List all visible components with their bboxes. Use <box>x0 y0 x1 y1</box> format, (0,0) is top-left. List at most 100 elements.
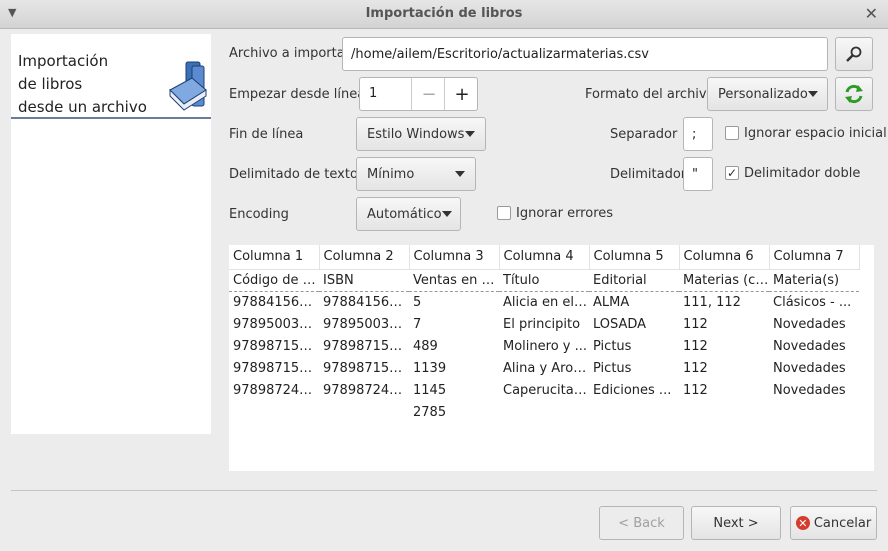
side-divider <box>11 117 211 119</box>
back-button[interactable]: < Back <box>599 506 684 540</box>
eol-label: Fin de línea <box>229 127 304 142</box>
table-cell: Molinero y ... <box>503 338 587 354</box>
text-delim-value: Mínimo <box>367 166 415 182</box>
start-line-label: Empezar desde línea <box>229 87 366 102</box>
column-header[interactable]: Columna 5 <box>589 245 680 270</box>
browse-button[interactable] <box>835 37 873 71</box>
double-delim-label: Delimitador doble <box>744 166 861 181</box>
delimiter-label: Delimitador <box>610 167 687 182</box>
chevron-down-icon <box>441 211 452 217</box>
column-header[interactable]: Columna 3 <box>409 245 500 270</box>
table-cell: El principito <box>503 316 581 332</box>
table-cell: 9789872438... <box>233 382 319 398</box>
close-icon[interactable]: ✕ <box>865 4 878 23</box>
table-cell: Alina y Arol... <box>503 360 589 376</box>
table-cell: 489 <box>413 338 438 354</box>
table-cell: 7 <box>413 316 422 332</box>
table-row[interactable]: 9789871534... 9789871534... 1139 Alina y… <box>229 357 859 379</box>
ignore-errors-checkbox[interactable] <box>497 206 511 220</box>
table-cell: 9788415618... <box>233 294 319 310</box>
table-cell <box>229 401 319 423</box>
title-bar: ▼ Importación de libros ✕ <box>0 0 888 29</box>
eol-dropdown[interactable]: Estilo Windows <box>356 117 486 151</box>
start-line-spinner[interactable]: 1 − + <box>359 77 478 111</box>
table-cell: 112 <box>683 382 708 398</box>
refresh-button[interactable] <box>835 77 873 111</box>
file-label: Archivo a importar <box>229 46 351 61</box>
chevron-down-icon <box>807 91 818 97</box>
table-cell: ALMA <box>593 294 630 310</box>
table-cell: Novedades <box>773 382 846 398</box>
table-row[interactable]: 9789871534... 9789871534... 489 Molinero… <box>229 335 859 357</box>
table-cell: 9789872438... <box>323 382 409 398</box>
decrement-button[interactable]: − <box>411 78 446 110</box>
table-cell <box>769 401 859 423</box>
encoding-dropdown[interactable]: Automático <box>356 197 461 231</box>
table-row[interactable]: 9788415618... 9788415618... 5 Alicia en … <box>229 291 859 313</box>
format-value: Personalizado <box>718 86 808 102</box>
table-cell: ISBN <box>319 268 409 292</box>
double-delim-checkbox[interactable]: ✓ <box>725 166 739 180</box>
table-cell <box>589 401 679 423</box>
file-path-value: /home/ailem/Escritorio/actualizarmateria… <box>351 46 649 62</box>
table-cell: Ediciones ... <box>593 382 672 398</box>
side-heading: Importación de libros desde un archivo <box>18 50 147 119</box>
side-heading-line: de libros <box>18 75 83 93</box>
table-cell: 9789500372... <box>323 316 409 332</box>
table-cell <box>319 401 409 423</box>
cancel-label: Cancelar <box>813 515 872 531</box>
table-cell: 112 <box>683 316 708 332</box>
search-icon <box>846 46 862 62</box>
column-header[interactable]: Columna 1 <box>229 245 320 270</box>
table-cell: Caperucita ... <box>503 382 589 398</box>
table-cell: Novedades <box>773 360 846 376</box>
ignore-space-checkbox[interactable] <box>725 126 739 140</box>
table-row[interactable]: Código de barras ISBN Ventas en el perío… <box>229 268 859 292</box>
next-button[interactable]: Next > <box>691 506 781 540</box>
encoding-label: Encoding <box>229 207 289 222</box>
column-header[interactable]: Columna 2 <box>319 245 410 270</box>
table-cell: Clásicos - ... <box>773 294 852 310</box>
ignore-errors-label: Ignorar errores <box>516 206 614 221</box>
table-cell <box>679 401 769 423</box>
table-cell: Editorial <box>589 268 679 292</box>
preview-table[interactable]: Columna 1 Columna 2 Columna 3 Columna 4 … <box>229 245 874 471</box>
table-cell: Alicia en el ... <box>503 294 589 310</box>
chevron-down-icon <box>465 131 475 137</box>
separator-input[interactable]: ; <box>683 117 713 151</box>
table-cell: Novedades <box>773 338 846 354</box>
table-cell: LOSADA <box>593 316 647 332</box>
chevron-down-icon <box>455 171 465 177</box>
table-row[interactable]: 2785 <box>229 401 859 423</box>
increment-button[interactable]: + <box>444 78 479 110</box>
delimiter-value: " <box>692 166 698 182</box>
encoding-value: Automático <box>367 206 442 222</box>
back-label: < Back <box>618 515 665 531</box>
next-label: Next > <box>713 515 759 531</box>
table-cell: 5 <box>413 294 422 310</box>
column-header[interactable]: Columna 7 <box>769 245 860 270</box>
delimiter-input[interactable]: " <box>683 157 713 191</box>
column-header[interactable]: Columna 4 <box>499 245 590 270</box>
table-cell: 111, 112 <box>683 294 741 310</box>
separator-label: Separador <box>610 127 678 142</box>
file-path-input[interactable]: /home/ailem/Escritorio/actualizarmateria… <box>342 37 828 71</box>
table-cell: Materia(s) <box>769 268 859 292</box>
start-line-value[interactable]: 1 <box>369 86 377 101</box>
table-cell: Ventas en el período <box>409 268 499 292</box>
side-panel: Importación de libros desde un archivo <box>11 34 211 434</box>
table-cell: 9789871534... <box>323 360 409 376</box>
eol-value: Estilo Windows <box>367 126 465 142</box>
table-row[interactable]: 9789872438... 9789872438... 1145 Caperuc… <box>229 379 859 401</box>
table-row[interactable]: 9789500372... 9789500372... 7 El princip… <box>229 313 859 335</box>
side-heading-line: Importación <box>18 52 109 70</box>
table-cell: 9789871534... <box>323 338 409 354</box>
format-dropdown[interactable]: Personalizado <box>707 77 828 111</box>
cancel-button[interactable]: ✕ Cancelar <box>790 506 877 540</box>
footer-divider <box>11 490 877 491</box>
column-header[interactable]: Columna 6 <box>679 245 770 270</box>
text-delim-dropdown[interactable]: Mínimo <box>356 157 476 191</box>
table-cell: Novedades <box>773 316 846 332</box>
table-cell: 9789871534... <box>233 360 319 376</box>
cancel-icon: ✕ <box>795 516 810 530</box>
